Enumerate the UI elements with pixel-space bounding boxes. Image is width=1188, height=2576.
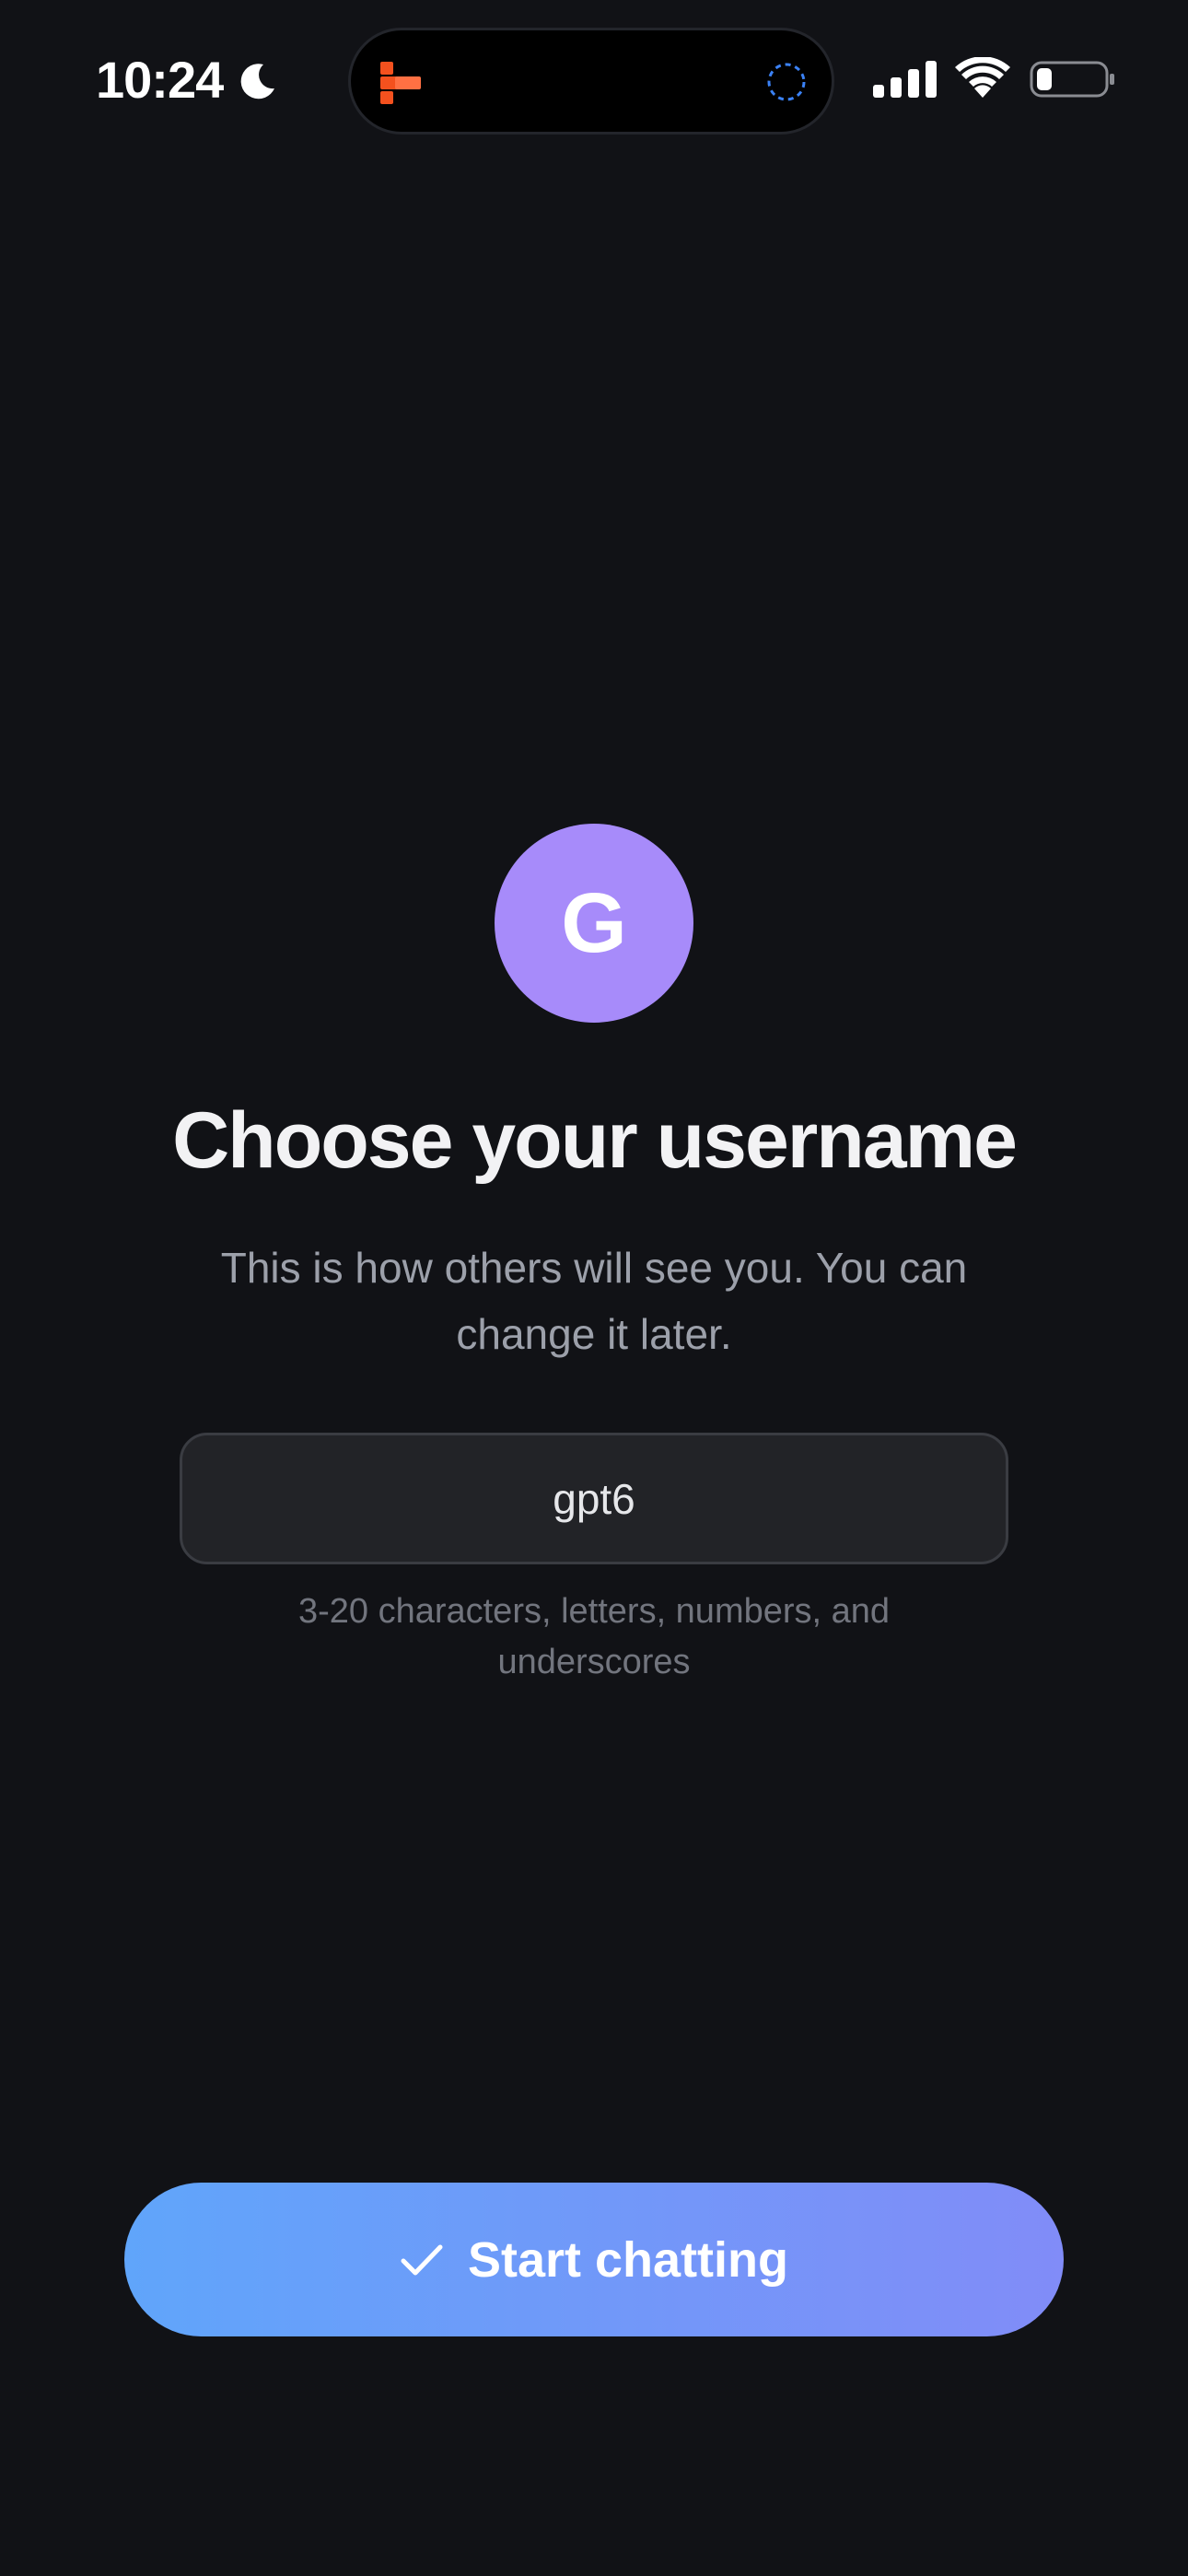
start-chatting-button[interactable]: Start chatting <box>124 2183 1064 2336</box>
start-chatting-label: Start chatting <box>467 2231 789 2288</box>
moon-icon <box>240 64 274 100</box>
check-icon <box>401 2244 443 2275</box>
avatar-letter: G <box>561 876 627 970</box>
app-activity-icon <box>380 62 421 104</box>
signal-icon <box>873 61 937 98</box>
status-bar: 10:24 <box>0 0 1188 166</box>
wifi-icon <box>955 57 1010 98</box>
username-helper-text: 3-20 characters, letters, numbers, and u… <box>297 1592 891 1681</box>
avatar: G <box>495 824 693 1023</box>
username-input[interactable] <box>180 1433 1008 1564</box>
page-title: Choose your username <box>172 1096 1018 1185</box>
dynamic-island[interactable] <box>348 28 834 135</box>
loading-icon <box>767 63 806 101</box>
subtitle: This is how others will see you. You can… <box>220 1244 968 1358</box>
battery-icon <box>1030 61 1114 98</box>
status-time: 10:24 <box>96 51 224 109</box>
